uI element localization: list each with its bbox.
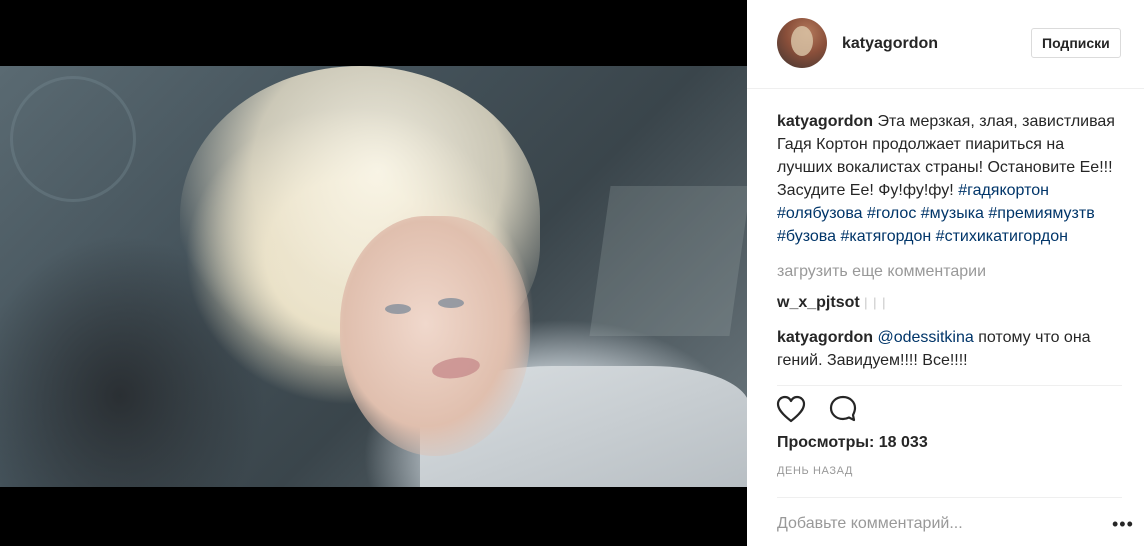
video-eye <box>438 298 464 308</box>
avatar[interactable] <box>777 18 827 68</box>
caption: katyagordon Эта мерзкая, злая, завистлив… <box>777 110 1122 248</box>
comment-icon <box>829 395 857 422</box>
comment: w_x_pjtsot | | | <box>777 291 1122 314</box>
heart-icon <box>776 395 806 423</box>
comment-author-link[interactable]: w_x_pjtsot <box>777 294 860 311</box>
comments-list: katyagordon Эта мерзкая, злая, завистлив… <box>777 110 1122 372</box>
comment-author-link[interactable]: katyagordon <box>777 329 873 346</box>
caption-author-link[interactable]: katyagordon <box>777 113 873 130</box>
load-more-comments-link[interactable]: загрузить еще комментарии <box>777 260 1122 283</box>
comment-text: | | | <box>864 295 887 310</box>
hashtag-link[interactable]: #олябузова <box>777 205 863 222</box>
post-panel: katyagordon Подписки katyagordon Эта мер… <box>747 0 1144 546</box>
more-options-icon[interactable]: ••• <box>1112 513 1134 535</box>
like-button[interactable] <box>775 393 807 425</box>
hashtag-link[interactable]: #бузова <box>777 228 836 245</box>
mention-link[interactable]: @odessitkina <box>877 329 973 346</box>
hashtag-link[interactable]: #музыка <box>921 205 984 222</box>
video-player[interactable] <box>0 66 747 487</box>
views-count: Просмотры: 18 033 <box>777 434 928 451</box>
hashtag-link[interactable]: #гадякортон <box>958 182 1049 199</box>
hashtag-link[interactable]: #стихикатигордон <box>936 228 1068 245</box>
post-header: katyagordon Подписки <box>747 0 1144 89</box>
divider <box>777 385 1122 386</box>
video-eye <box>385 304 411 314</box>
hashtag-link[interactable]: #катягордон <box>840 228 931 245</box>
following-button[interactable]: Подписки <box>1031 28 1121 58</box>
comment: katyagordon @odessitkina потому что она … <box>777 326 1122 372</box>
video-background-shape <box>10 76 136 202</box>
add-comment-input[interactable] <box>777 512 1087 536</box>
divider <box>777 497 1122 498</box>
comment-button[interactable] <box>827 393 859 425</box>
post-time[interactable]: день назад <box>777 465 853 477</box>
media-area <box>0 0 747 546</box>
hashtag-link[interactable]: #премиямузтв <box>988 205 1094 222</box>
video-background-shape <box>589 186 747 336</box>
video-face <box>340 216 530 456</box>
hashtag-link[interactable]: #голос <box>867 205 916 222</box>
username-link[interactable]: katyagordon <box>842 35 938 53</box>
